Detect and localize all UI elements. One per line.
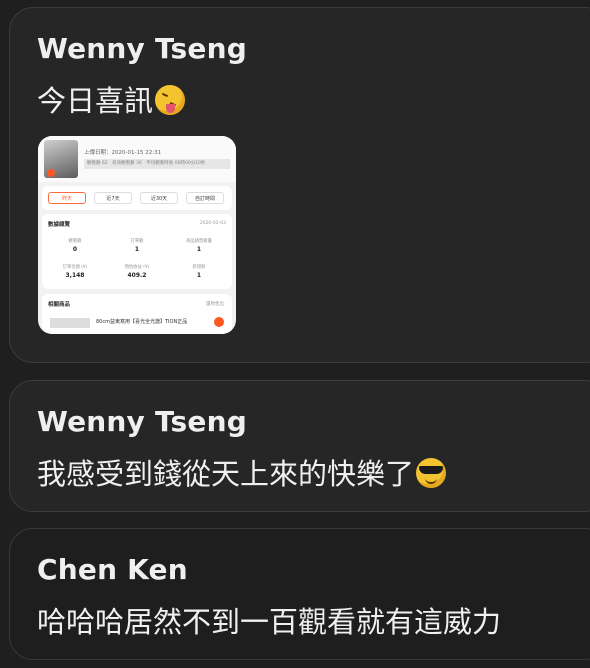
squinting-face-with-tongue-icon [155, 85, 186, 115]
related-goods: 相關商品 還原售出 80cm益東寫用【喜光全光譜】TION正品 [42, 294, 232, 334]
range-tabs: 昨天 近7天 近30天 自訂時間 [42, 186, 232, 210]
metric-value: 3,148 [65, 272, 85, 279]
upload-date: 上傳日期：2020-01-15 22:31 [84, 150, 162, 156]
goods-item: 80cm益東寫用【喜光全光譜】TION正品 [96, 319, 188, 325]
metric-value: 1 [196, 246, 202, 253]
message-text: 我感受到錢從天上來的快樂了 [37, 451, 447, 493]
play-icon [47, 169, 55, 177]
tab-7days: 近7天 [94, 192, 132, 204]
goods-title: 相關商品 [48, 302, 71, 308]
tab-30days: 近30天 [140, 192, 178, 204]
data-title: 數據總覽 [48, 222, 71, 228]
message-card-3: Chen Ken 哈哈哈居然不到一百觀看就有這威力 [9, 528, 590, 660]
metric-label: 商品銷售數量 [186, 239, 212, 244]
metric-value: 0 [72, 246, 78, 253]
message-card-2: Wenny Tseng 我感受到錢從天上來的快樂了 [9, 380, 590, 512]
metric-label: 新增粉 [192, 265, 206, 270]
sender-name: Chen Ken [37, 553, 188, 586]
metric-label: 預估收益 (¥) [124, 265, 150, 270]
sender-name: Wenny Tseng [37, 32, 247, 65]
goods-sort: 還原售出 [206, 302, 224, 307]
goods-thumbnail [50, 318, 90, 328]
metric-value: 409.2 [127, 272, 147, 279]
cart-icon [214, 317, 224, 327]
message-text-content: 我感受到錢從天上來的快樂了 [37, 457, 415, 491]
message-text: 哈哈哈居然不到一百觀看就有這威力 [37, 605, 502, 639]
smiling-face-with-sunglasses-icon [416, 458, 447, 488]
metric-label: 訂單數 [130, 239, 144, 244]
metric-value: 1 [196, 272, 202, 279]
video-header: 上傳日期：2020-01-15 22:31 觀看數 62 有效觀看數 36 平均… [38, 136, 236, 182]
message-card-1: Wenny Tseng 今日喜訊 上傳日期：2020-01-15 22:31 觀… [9, 7, 590, 363]
message-text: 今日喜訊 [37, 78, 186, 120]
data-date: 2020-02-03 [199, 221, 226, 226]
message-text-content: 今日喜訊 [37, 84, 154, 118]
metric-value: 1 [134, 246, 140, 253]
image-attachment[interactable]: 上傳日期：2020-01-15 22:31 觀看數 62 有效觀看數 36 平均… [38, 136, 236, 334]
sender-name: Wenny Tseng [37, 405, 247, 438]
tab-custom: 自訂時間 [186, 192, 224, 204]
metric-label: 觀看數 [68, 239, 82, 244]
metric-label: 訂單金額 (¥) [62, 265, 88, 270]
tab-yesterday: 昨天 [48, 192, 86, 204]
data-overview: 數據總覽 2020-02-03 觀看數 0 訂單數 1 商品銷售數量 1 訂單金… [42, 214, 232, 289]
stats-bar: 觀看數 62 有效觀看數 36 平均觀看時長 00時00分10秒 [84, 159, 230, 169]
